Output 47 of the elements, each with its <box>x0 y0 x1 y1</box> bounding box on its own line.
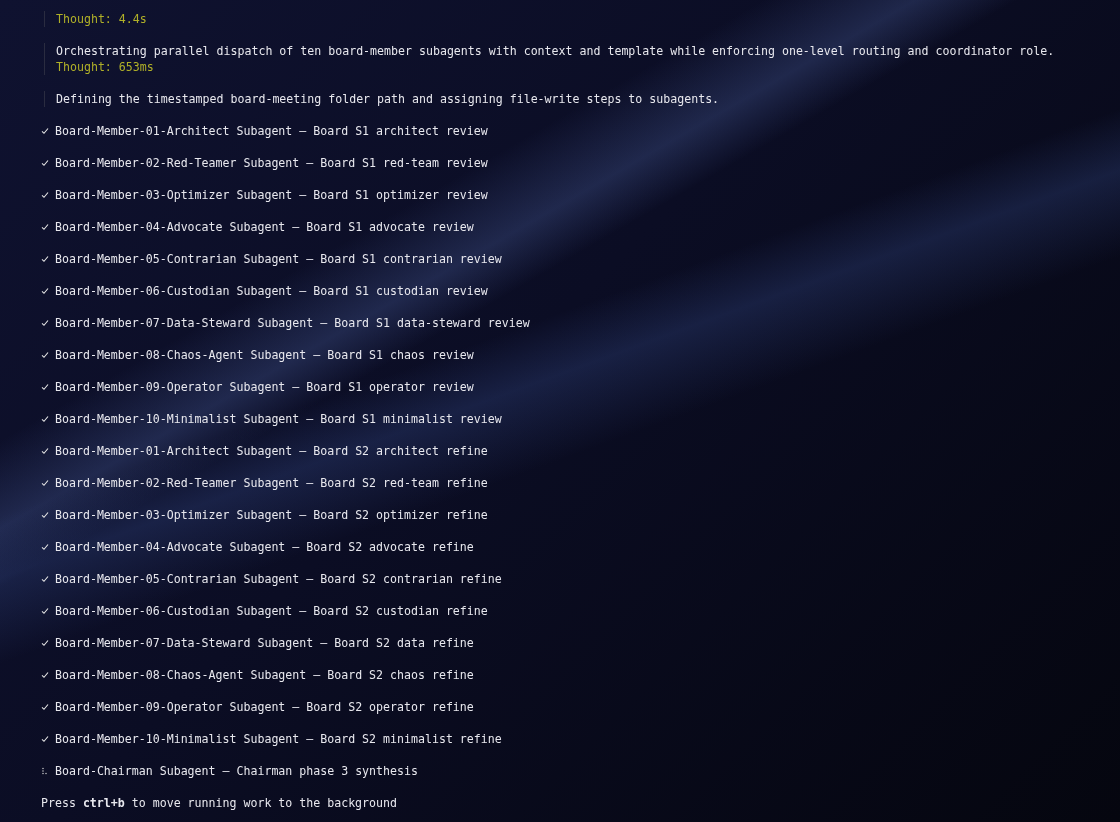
spinner-icon <box>41 767 49 775</box>
check-icon <box>41 127 49 135</box>
reasoning-text: Orchestrating parallel dispatch of ten board-member subagents with context and template while enforcing one-level routing and coordinator role. <box>56 43 1056 59</box>
task-text: Board-Member-07-Data-Steward Subagent — Board S1 data-steward review <box>55 315 530 331</box>
task-text: Board-Member-01-Architect Subagent — Board S1 architect review <box>55 123 488 139</box>
task-text: Board-Member-09-Operator Subagent — Board S2 operator refine <box>55 699 474 715</box>
task-text: Board-Member-05-Contrarian Subagent — Board S2 contrarian refine <box>55 571 502 587</box>
task-text: Board-Member-07-Data-Steward Subagent — Board S2 data refine <box>55 635 474 651</box>
check-icon <box>41 287 49 295</box>
task-text: Board-Member-05-Contrarian Subagent — Board S1 contrarian review <box>55 251 502 267</box>
check-icon <box>41 607 49 615</box>
check-icon <box>41 447 49 455</box>
task-text: Board-Member-10-Minimalist Subagent — Board S2 minimalist refine <box>55 731 502 747</box>
check-icon <box>41 543 49 551</box>
task-text: Board-Member-03-Optimizer Subagent — Board S2 optimizer refine <box>55 507 488 523</box>
task-text: Board-Member-06-Custodian Subagent — Board S2 custodian refine <box>55 603 488 619</box>
thought-duration: Thought: 653ms <box>56 59 155 75</box>
task-text: Board-Member-02-Red-Teamer Subagent — Board S1 red-team review <box>55 155 488 171</box>
task-text: Board-Member-08-Chaos-Agent Subagent — Board S1 chaos review <box>55 347 474 363</box>
task-text: Board-Member-06-Custodian Subagent — Board S1 custodian review <box>55 283 488 299</box>
check-icon <box>41 415 49 423</box>
reasoning-text: Defining the timestamped board-meeting folder path and assigning file-write steps to subagents. <box>56 91 721 107</box>
check-icon <box>41 479 49 487</box>
check-icon <box>41 383 49 391</box>
check-icon <box>41 159 49 167</box>
check-icon <box>41 319 49 327</box>
check-icon <box>41 671 49 679</box>
check-icon <box>41 639 49 647</box>
check-icon <box>41 351 49 359</box>
thought-duration: Thought: 4.4s <box>56 11 148 27</box>
task-text: Board-Member-08-Chaos-Agent Subagent — Board S2 chaos refine <box>55 667 474 683</box>
check-icon <box>41 703 49 711</box>
task-text: Board-Member-03-Optimizer Subagent — Board S1 optimizer review <box>55 187 488 203</box>
task-text: Board-Member-04-Advocate Subagent — Board S2 advocate refine <box>55 539 474 555</box>
task-text: Board-Chairman Subagent — Chairman phase 3 synthesis <box>55 763 418 779</box>
check-icon <box>41 223 49 231</box>
task-text: Board-Member-02-Red-Teamer Subagent — Board S2 red-team refine <box>55 475 488 491</box>
check-icon <box>41 735 49 743</box>
task-text: Board-Member-09-Operator Subagent — Board S1 operator review <box>55 379 474 395</box>
check-icon <box>41 191 49 199</box>
hint-text: Press ctrl+b to move running work to the background <box>41 795 398 811</box>
check-icon <box>41 255 49 263</box>
task-text: Board-Member-04-Advocate Subagent — Board S1 advocate review <box>55 219 474 235</box>
check-icon <box>41 511 49 519</box>
check-icon <box>41 575 49 583</box>
task-text: Board-Member-01-Architect Subagent — Board S2 architect refine <box>55 443 488 459</box>
task-text: Board-Member-10-Minimalist Subagent — Board S1 minimalist review <box>55 411 502 427</box>
